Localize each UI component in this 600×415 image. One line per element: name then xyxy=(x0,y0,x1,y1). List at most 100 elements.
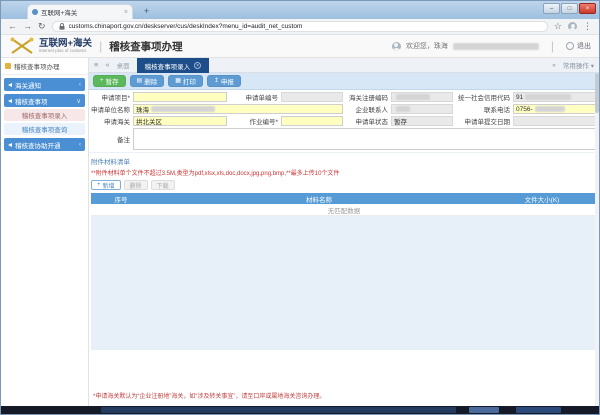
field-label: 备注 xyxy=(91,134,133,144)
submit-date-input xyxy=(513,116,597,126)
bookmark-star-icon[interactable]: ☆ xyxy=(554,22,562,31)
apply-customs-input[interactable]: 拱北关区 xyxy=(133,116,227,126)
header-user-area: 欢迎您，珠海 | 退出 xyxy=(392,39,591,53)
lock-icon xyxy=(59,23,65,30)
chevron-left-icon: ‹ xyxy=(79,141,81,148)
browser-tab-title: 互联网+海关 xyxy=(41,7,121,17)
field-label: 企业联系人 xyxy=(343,104,391,114)
refresh-icon[interactable]: ↻ xyxy=(38,22,46,31)
url-field[interactable]: customs.chinaport.gov.cn/deskserver/cus/… xyxy=(52,21,548,32)
content-spacer xyxy=(89,350,599,391)
remark-textarea[interactable] xyxy=(133,128,597,150)
unit-name-input[interactable]: 珠海 xyxy=(133,104,343,114)
scroll-tabs-right-icon[interactable]: » xyxy=(552,62,556,69)
common-actions-dropdown[interactable]: 常用操作 ▾ xyxy=(563,60,594,70)
attachments-hint: **附件材料单个文件不超过3.5M,类型为pdf,xlsx,xls,doc,do… xyxy=(91,168,597,177)
field-label: 海关注册编码 xyxy=(343,92,391,102)
attachments-title: 附件材料清单 xyxy=(91,156,597,166)
sidebar-item-audit-query[interactable]: 稽核查事项查询 xyxy=(4,123,85,135)
attachments-toolbar: + 新增 删除 下载 xyxy=(91,180,597,190)
status-input: 暂存 xyxy=(391,116,453,126)
forward-icon[interactable]: → xyxy=(23,22,32,31)
redacted-value xyxy=(396,106,410,112)
field-label: 作业编号* xyxy=(227,116,281,126)
reg-code-input xyxy=(391,92,453,102)
apply-item-input[interactable] xyxy=(133,92,227,102)
field-label: 申请项目* xyxy=(91,92,133,102)
close-button[interactable]: × xyxy=(579,3,596,14)
speaker-icon xyxy=(8,83,12,87)
sidebar-item-audit-matters[interactable]: 稽核查事项 ∨ xyxy=(4,94,85,107)
field-label: 统一社会信用代码 xyxy=(453,92,513,102)
delete-attachment-button: 删除 xyxy=(124,180,148,190)
logout-button[interactable]: 退出 xyxy=(566,41,591,51)
upload-icon: ↥ xyxy=(214,78,219,84)
redacted-value xyxy=(535,106,565,112)
caret-down-icon: ▾ xyxy=(591,63,594,70)
application-form: 申请项目* 申请单编号 海关注册编码 统一社会信用代码 91 申请单位名称 珠海… xyxy=(89,90,599,153)
scroll-tabs-left-icon[interactable]: « xyxy=(105,61,109,69)
maximize-button[interactable]: □ xyxy=(561,3,578,14)
field-label: 申请单提交日期 xyxy=(453,116,513,126)
profile-avatar[interactable] xyxy=(568,22,577,31)
header-divider: | xyxy=(99,39,102,53)
taskbar-segment xyxy=(516,407,561,413)
header-divider: | xyxy=(551,39,554,53)
field-label: 申请单位名称 xyxy=(91,104,133,114)
column-header: 文件大小(K) xyxy=(487,194,597,204)
sidebar-item-audit-entry[interactable]: 稽核查事项录入 xyxy=(4,109,85,121)
sidebar-title: 稽核查事项办理 xyxy=(1,58,88,75)
browser-menu-icon[interactable]: ⋮ xyxy=(583,22,592,31)
form-toolbar: + 暂存 ▤ 删除 ▦ 打印 ↥ 申报 xyxy=(89,73,599,90)
folder-icon xyxy=(5,63,11,69)
save-draft-button[interactable]: + 暂存 xyxy=(93,75,126,87)
page-title: 稽核查事项办理 xyxy=(109,39,183,54)
column-header: 材料名称 xyxy=(151,194,487,204)
tab-close-icon[interactable]: × xyxy=(194,62,201,69)
browser-window: 互联网+海关 × + – □ × ← → ↻ customs.chinaport… xyxy=(0,0,600,415)
browser-tab[interactable]: 互联网+海关 × xyxy=(27,4,133,19)
field-label: 申请单状态 xyxy=(343,116,391,126)
content-area: 稽核查事项办理 海关通知 ‹ 稽核查事项 ∨ 稽核查事项录入 稽核查事项查询 稽… xyxy=(1,58,599,406)
browser-titlebar: 互联网+海关 × + – □ × xyxy=(1,1,599,19)
scrollbar-thumb[interactable] xyxy=(595,73,599,113)
job-no-input[interactable] xyxy=(281,116,343,126)
new-tab-button[interactable]: + xyxy=(140,5,153,17)
plus-icon: + xyxy=(97,182,101,188)
field-label: 联系电话 xyxy=(453,104,513,114)
speaker-icon xyxy=(8,143,12,147)
redacted-value xyxy=(396,94,430,100)
add-attachment-button[interactable]: + 新增 xyxy=(91,180,121,190)
logo-subtitle: internet plus of customs xyxy=(39,49,92,54)
tab-desktop[interactable]: 桌面 xyxy=(117,60,130,70)
tab-close-icon[interactable]: × xyxy=(124,9,128,16)
minimize-button[interactable]: – xyxy=(543,3,560,14)
main-scrollbar[interactable] xyxy=(595,73,599,406)
download-attachment-button: 下载 xyxy=(151,180,175,190)
tab-audit-entry[interactable]: 稽核查事项录入 × xyxy=(137,58,210,73)
workspace-tabstrip: ≡ « 桌面 稽核查事项录入 × » 常用操作 ▾ xyxy=(89,58,599,73)
print-button[interactable]: ▦ 打印 xyxy=(168,75,203,87)
credit-code-input: 91 xyxy=(513,92,597,102)
back-icon[interactable]: ← xyxy=(8,22,17,31)
redacted-value xyxy=(151,106,215,112)
site-header: 互联网+海关 internet plus of customs | 稽核查事项办… xyxy=(1,35,599,58)
delete-button[interactable]: ▤ 删除 xyxy=(130,75,165,87)
sidebar-item-audit-assist[interactable]: 稽核查协助开通 ‹ xyxy=(4,138,85,151)
favicon-icon xyxy=(32,9,38,15)
chevron-left-icon: ‹ xyxy=(79,81,81,88)
user-icon xyxy=(392,42,401,51)
redacted-username xyxy=(453,43,539,50)
doc-no-input xyxy=(281,92,343,102)
main-panel: ≡ « 桌面 稽核查事项录入 × » 常用操作 ▾ + xyxy=(89,58,599,406)
taskbar-segment xyxy=(101,407,456,413)
declare-button[interactable]: ↥ 申报 xyxy=(207,75,241,87)
phone-input[interactable]: 0756- xyxy=(513,104,597,114)
sidebar: 稽核查事项办理 海关通知 ‹ 稽核查事项 ∨ 稽核查事项录入 稽核查事项查询 稽… xyxy=(1,58,89,406)
welcome-text: 欢迎您，珠海 xyxy=(406,41,448,51)
menu-icon[interactable]: ≡ xyxy=(94,61,98,69)
customs-logo-icon xyxy=(9,37,35,55)
sidebar-item-customs-notice[interactable]: 海关通知 ‹ xyxy=(4,78,85,91)
address-bar: ← → ↻ customs.chinaport.gov.cn/deskserve… xyxy=(1,19,599,35)
speaker-icon xyxy=(8,99,12,103)
